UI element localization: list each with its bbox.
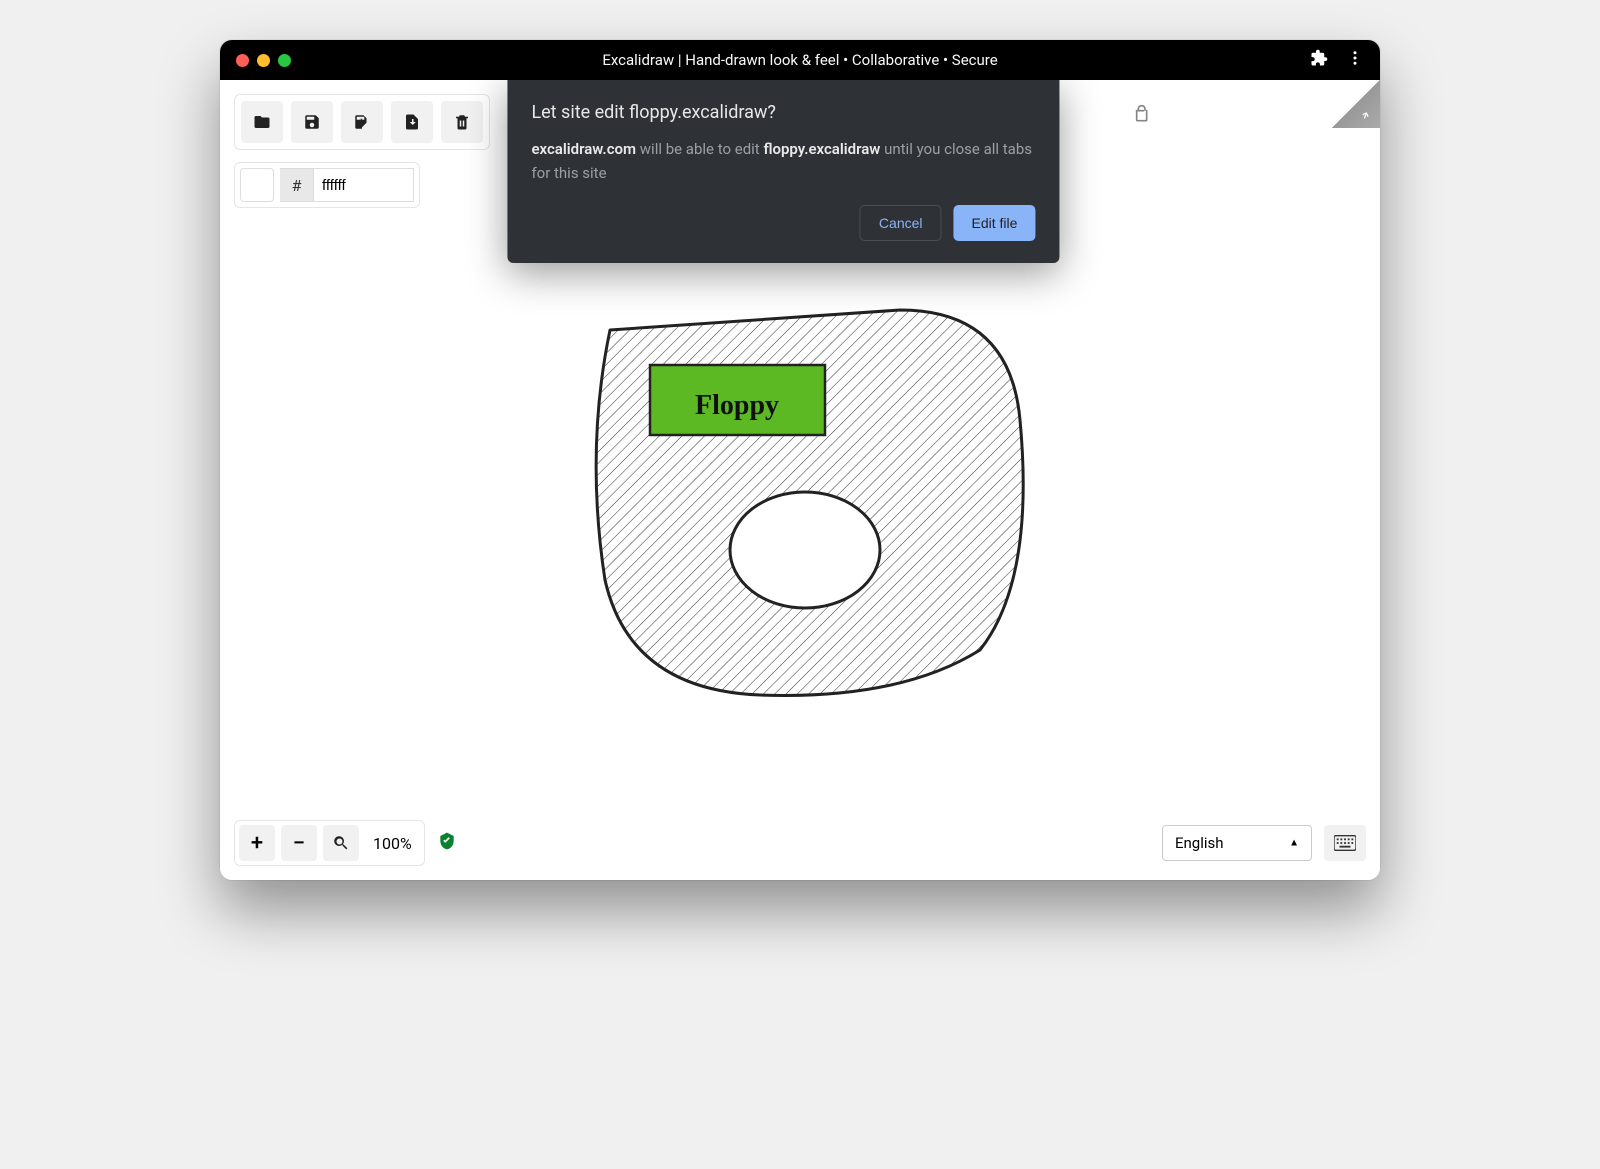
zoom-group: + − 100% <box>234 820 425 866</box>
color-picker: # <box>234 162 420 208</box>
language-value: English <box>1175 834 1224 852</box>
zoom-reset-button[interactable] <box>323 825 359 861</box>
hex-input[interactable] <box>314 168 414 202</box>
titlebar: Excalidraw | Hand-drawn look & feel • Co… <box>220 40 1380 80</box>
save-button[interactable] <box>291 101 333 143</box>
page-title: Excalidraw | Hand-drawn look & feel • Co… <box>602 51 997 69</box>
cancel-button[interactable]: Cancel <box>860 205 942 241</box>
extensions-icon[interactable] <box>1310 49 1328 71</box>
zoom-level: 100% <box>365 834 420 853</box>
floppy-label-text: Floppy <box>695 390 779 421</box>
corner-fold[interactable] <box>1332 80 1380 128</box>
maximize-window-button[interactable] <box>278 54 291 67</box>
dialog-actions: Cancel Edit file <box>531 205 1035 241</box>
close-window-button[interactable] <box>236 54 249 67</box>
shield-icon[interactable] <box>437 831 457 855</box>
export-button[interactable] <box>391 101 433 143</box>
dialog-verb: will be able to edit <box>636 140 763 158</box>
save-as-button[interactable] <box>341 101 383 143</box>
minimize-window-button[interactable] <box>257 54 270 67</box>
edit-file-button[interactable]: Edit file <box>954 205 1036 241</box>
dialog-body: excalidraw.com will be able to edit flop… <box>531 137 1035 185</box>
traffic-lights <box>236 54 291 67</box>
permission-dialog: Let site edit floppy.excalidraw? excalid… <box>507 80 1059 263</box>
bottom-bar: + − 100% English <box>234 820 1366 866</box>
color-swatch[interactable] <box>240 168 274 202</box>
zoom-out-button[interactable]: − <box>281 825 317 861</box>
open-button[interactable] <box>241 101 283 143</box>
delete-button[interactable] <box>441 101 483 143</box>
language-select[interactable]: English <box>1162 825 1312 861</box>
dialog-domain: excalidraw.com <box>531 140 636 158</box>
dialog-file: floppy.excalidraw <box>763 140 880 158</box>
titlebar-right <box>1310 49 1364 71</box>
zoom-in-button[interactable]: + <box>239 825 275 861</box>
menu-icon[interactable] <box>1346 49 1364 71</box>
canvas-drawing[interactable]: Floppy <box>580 300 1040 700</box>
toolbar <box>234 94 490 150</box>
lock-icon[interactable] <box>1130 104 1150 128</box>
app-surface: # Let site edit floppy.excalidraw? excal… <box>220 80 1380 880</box>
keyboard-button[interactable] <box>1324 825 1366 861</box>
hash-label: # <box>280 168 314 202</box>
browser-window: Excalidraw | Hand-drawn look & feel • Co… <box>220 40 1380 880</box>
dialog-title: Let site edit floppy.excalidraw? <box>531 102 1035 123</box>
